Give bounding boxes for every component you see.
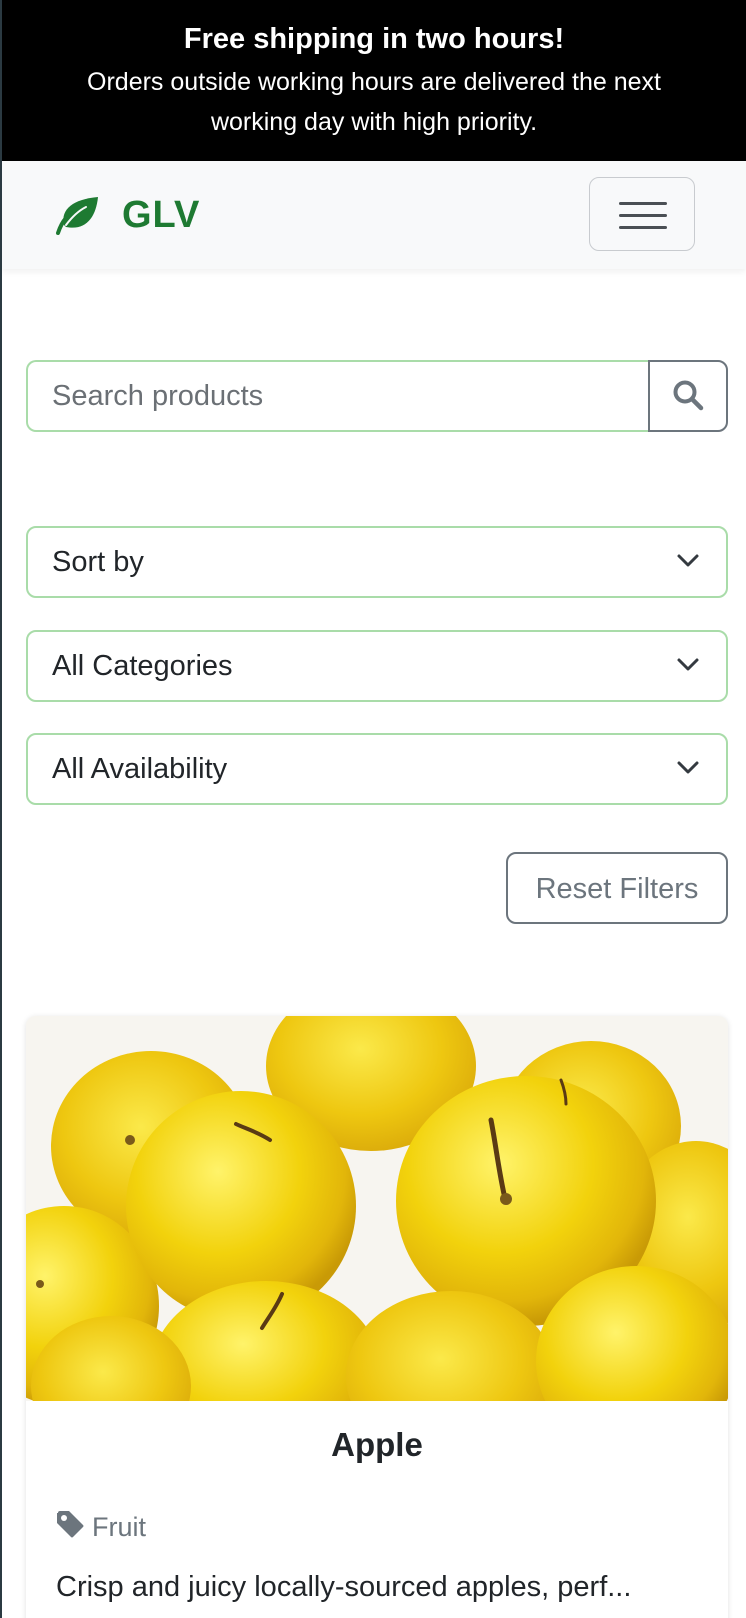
chevron-down-icon <box>676 553 700 574</box>
brand-link[interactable]: GLV <box>54 191 200 239</box>
search-icon <box>672 379 704 414</box>
announcement-banner: Free shipping in two hours! Orders outsi… <box>2 0 746 161</box>
reset-filters-button[interactable]: Reset Filters <box>506 852 728 924</box>
product-category: Fruit <box>56 1510 146 1545</box>
sort-by-value: Sort by <box>52 546 144 578</box>
product-image[interactable] <box>26 1016 728 1401</box>
product-description: Crisp and juicy locally-sourced apples, … <box>56 1571 632 1603</box>
product-category-label: Fruit <box>92 1512 146 1542</box>
product-card[interactable]: Apple Fruit Crisp and juicy locally-sour… <box>26 1016 728 1618</box>
chevron-down-icon <box>676 657 700 678</box>
availability-select[interactable]: All Availability <box>26 733 728 805</box>
search-input[interactable] <box>26 360 650 432</box>
search-bar <box>26 360 728 432</box>
navbar: GLV <box>2 161 746 269</box>
product-name[interactable]: Apple <box>26 1426 728 1464</box>
leaf-icon <box>54 195 100 235</box>
page: Free shipping in two hours! Orders outsi… <box>2 0 746 1618</box>
category-select[interactable]: All Categories <box>26 630 728 702</box>
category-value: All Categories <box>52 650 233 682</box>
banner-title: Free shipping in two hours! <box>183 23 565 55</box>
menu-toggle-button[interactable] <box>589 177 695 251</box>
brand-name: GLV <box>122 193 201 236</box>
banner-text: Orders outside working hours are deliver… <box>87 68 661 136</box>
tag-icon <box>56 1510 84 1545</box>
search-button[interactable] <box>648 360 728 432</box>
availability-value: All Availability <box>52 753 228 785</box>
chevron-down-icon <box>676 760 700 781</box>
sort-by-select[interactable]: Sort by <box>26 526 728 598</box>
